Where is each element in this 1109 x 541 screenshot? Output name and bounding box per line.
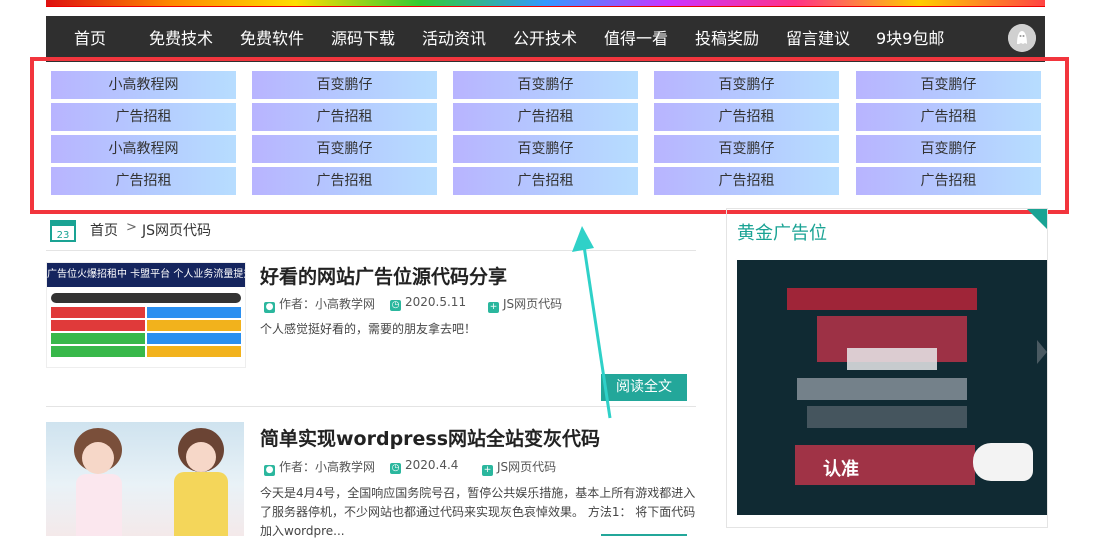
post-thumbnail[interactable]: 广告位火爆招租中 卡盟平台 个人业务流量提升利器 xyxy=(46,262,246,368)
corner-decoration xyxy=(1027,209,1047,229)
user-avatar-icon[interactable] xyxy=(1008,24,1036,52)
nav-item-events[interactable]: 活动资讯 xyxy=(422,16,486,62)
user-icon: ● xyxy=(264,465,275,476)
plus-icon: + xyxy=(482,465,493,476)
clock-icon: ◷ xyxy=(390,463,401,474)
sidebar-image-text: 认准 xyxy=(823,459,859,480)
thumb-banner-text: 广告位火爆招租中 卡盟平台 个人业务流量提升利器 xyxy=(47,263,245,287)
nav-item-9-9-shipping[interactable]: 9块9包邮 xyxy=(876,16,944,62)
sidebar-ad-widget: 黄金广告位 认准 xyxy=(726,208,1048,528)
nav-item-source-download[interactable]: 源码下载 xyxy=(331,16,395,62)
nav-item-public-tech[interactable]: 公开技术 xyxy=(513,16,577,62)
breadcrumb-category[interactable]: JS网页代码 xyxy=(142,220,211,240)
post-item: 简单实现wordpress网站全站变灰代码 ● 作者：小高教学网 ◷ 2020.4.… xyxy=(46,422,696,538)
sidebar-ad-image[interactable]: 认准 xyxy=(737,260,1047,515)
post-excerpt: 今天是4月4号，全国响应国务院号召，暂停公共娱乐措施，基本上所有游戏都进入了服务… xyxy=(260,486,696,538)
post-category[interactable]: + JS网页代码 xyxy=(488,295,562,313)
post-date: ◷ 2020.4.4 xyxy=(390,458,459,474)
post-category[interactable]: + JS网页代码 xyxy=(482,458,556,476)
clock-icon: ◷ xyxy=(390,300,401,311)
breadcrumb-home-link[interactable]: 首页 xyxy=(90,220,118,240)
calendar-day: 23 xyxy=(57,230,70,241)
post-thumbnail[interactable] xyxy=(46,422,244,536)
post-author: ● 作者：小高教学网 xyxy=(264,297,376,313)
nav-item-home[interactable]: 首页 xyxy=(74,16,106,62)
user-icon: ● xyxy=(264,302,275,313)
nav-item-free-tech[interactable]: 免费技术 xyxy=(149,16,213,62)
annotation-arrow xyxy=(572,226,612,419)
nav-item-worth-seeing[interactable]: 值得一看 xyxy=(604,16,668,62)
sidebar-title: 黄金广告位 xyxy=(737,223,827,244)
post-author: ● 作者：小高教学网 xyxy=(264,460,376,476)
plus-icon: + xyxy=(488,302,499,313)
nav-item-feedback[interactable]: 留言建议 xyxy=(786,16,850,62)
post-date: ◷ 2020.5.11 xyxy=(390,295,467,311)
post-excerpt: 个人感觉挺好看的，需要的朋友拿去吧！ xyxy=(260,322,477,336)
calendar-icon: 23 xyxy=(50,220,76,242)
post-title-link[interactable]: 简单实现wordpress网站全站变灰代码 xyxy=(260,424,600,451)
highlight-annotation-box xyxy=(30,57,1069,214)
nav-item-free-software[interactable]: 免费软件 xyxy=(240,16,304,62)
top-banner-ad[interactable] xyxy=(46,0,1045,7)
nav-item-submit-reward[interactable]: 投稿奖励 xyxy=(695,16,759,62)
post-title-link[interactable]: 好看的网站广告位源代码分享 xyxy=(260,262,507,289)
main-navbar: 首页 免费技术 免费软件 源码下载 活动资讯 公开技术 值得一看 投稿奖励 留言… xyxy=(46,16,1045,62)
breadcrumb-separator: > xyxy=(126,220,137,235)
